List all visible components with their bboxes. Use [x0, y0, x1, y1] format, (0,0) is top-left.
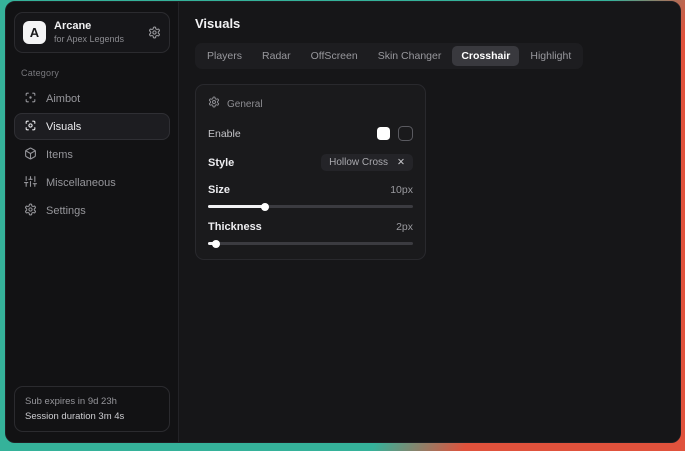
- items-box-icon: [24, 147, 37, 163]
- size-row: Size 10px: [208, 184, 413, 196]
- sub-expires-text: Sub expires in 9d 23h: [25, 394, 159, 409]
- sidebar-nav: Aimbot Visuals Items Miscellaneous: [14, 85, 170, 224]
- session-duration-text: Session duration 3m 4s: [25, 409, 159, 424]
- sidebar-item-aimbot[interactable]: Aimbot: [14, 85, 170, 112]
- size-slider-thumb[interactable]: [261, 203, 269, 211]
- tab-skin-changer[interactable]: Skin Changer: [369, 46, 451, 66]
- enable-row: Enable: [208, 126, 413, 141]
- thickness-label: Thickness: [208, 221, 262, 233]
- sidebar-item-label: Items: [46, 149, 73, 161]
- sidebar-item-label: Miscellaneous: [46, 177, 116, 189]
- thickness-value: 2px: [396, 221, 413, 233]
- sidebar-item-items[interactable]: Items: [14, 141, 170, 168]
- remove-style-icon[interactable]: ✕: [397, 157, 405, 168]
- app-window: A Arcane for Apex Legends Category Aimbo…: [5, 1, 681, 443]
- general-gear-icon: [208, 95, 220, 113]
- sidebar: A Arcane for Apex Legends Category Aimbo…: [6, 2, 179, 442]
- card-title: General: [227, 99, 263, 110]
- style-row: Style Hollow Cross ✕: [208, 154, 413, 171]
- brand-card: A Arcane for Apex Legends: [14, 12, 170, 53]
- sidebar-item-label: Settings: [46, 205, 86, 217]
- settings-gear-icon[interactable]: [148, 26, 161, 39]
- misc-sliders-icon: [24, 175, 37, 191]
- tab-highlight[interactable]: Highlight: [521, 46, 580, 66]
- sidebar-item-label: Visuals: [46, 121, 81, 133]
- category-label: Category: [21, 68, 163, 78]
- tab-players[interactable]: Players: [198, 46, 251, 66]
- size-value: 10px: [390, 184, 413, 196]
- size-slider-fill: [208, 205, 265, 208]
- size-slider[interactable]: [208, 205, 413, 208]
- size-label: Size: [208, 184, 230, 196]
- brand-name: Arcane: [54, 20, 140, 34]
- visuals-eye-icon: [24, 119, 37, 135]
- enable-checkbox[interactable]: [398, 126, 413, 141]
- settings-gear-icon: [24, 203, 37, 219]
- tab-bar: Players Radar OffScreen Skin Changer Cro…: [195, 43, 583, 69]
- tab-crosshair[interactable]: Crosshair: [452, 46, 519, 66]
- style-label: Style: [208, 157, 234, 169]
- subscription-info-box: Sub expires in 9d 23h Session duration 3…: [14, 386, 170, 432]
- aimbot-crosshair-icon: [24, 91, 37, 107]
- page-title: Visuals: [195, 16, 664, 31]
- brand-logo: A: [23, 21, 46, 44]
- style-select-chip[interactable]: Hollow Cross ✕: [321, 154, 413, 171]
- style-value: Hollow Cross: [329, 157, 388, 168]
- card-header: General: [208, 95, 413, 113]
- thickness-slider-thumb[interactable]: [212, 240, 220, 248]
- thickness-row: Thickness 2px: [208, 221, 413, 233]
- sidebar-item-miscellaneous[interactable]: Miscellaneous: [14, 169, 170, 196]
- sidebar-item-settings[interactable]: Settings: [14, 197, 170, 224]
- brand-text: Arcane for Apex Legends: [54, 20, 140, 45]
- brand-subtitle: for Apex Legends: [54, 34, 140, 45]
- tab-radar[interactable]: Radar: [253, 46, 300, 66]
- general-settings-card: General Enable Style Hollow Cross ✕ Size…: [195, 84, 426, 260]
- tab-offscreen[interactable]: OffScreen: [302, 46, 367, 66]
- main-content: Visuals Players Radar OffScreen Skin Cha…: [179, 2, 680, 442]
- sidebar-item-visuals[interactable]: Visuals: [14, 113, 170, 140]
- enable-label: Enable: [208, 128, 241, 140]
- thickness-slider[interactable]: [208, 242, 413, 245]
- crosshair-color-swatch[interactable]: [377, 127, 390, 140]
- sidebar-item-label: Aimbot: [46, 93, 80, 105]
